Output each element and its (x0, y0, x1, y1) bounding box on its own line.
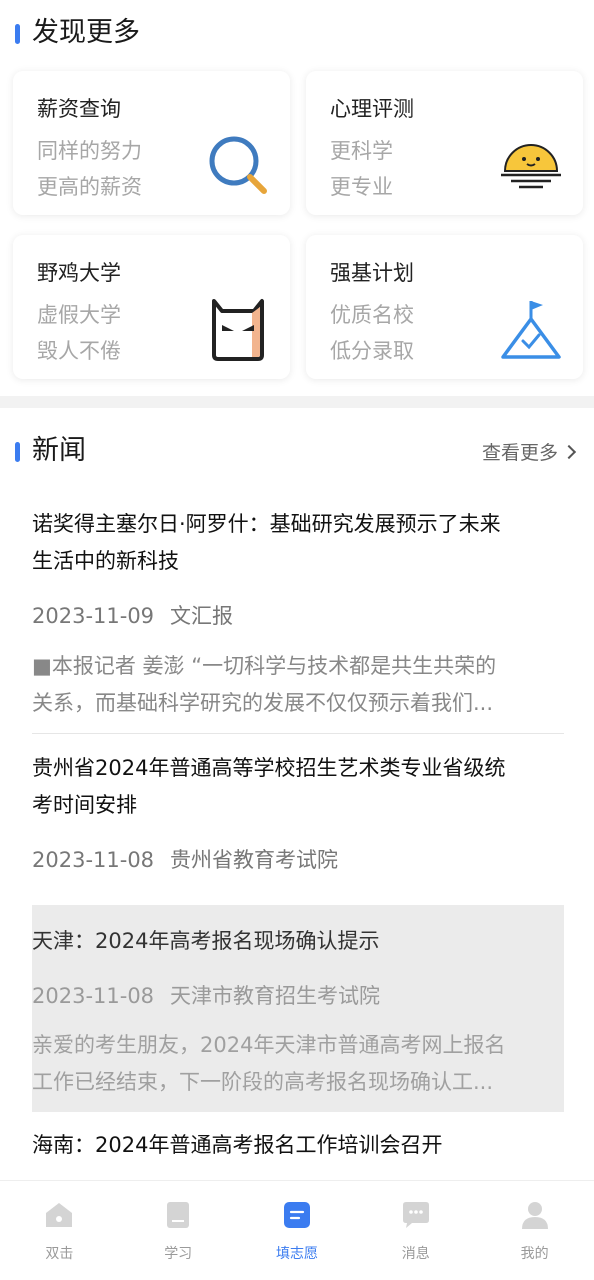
news-title: 海南：2024年普通高考报名工作培训会召开 (32, 1133, 443, 1157)
tab-label: 学习 (164, 1246, 193, 1262)
news-title: 贵州省2024年普通高等学校招生艺术类专业省级统 (32, 756, 506, 780)
news-summary-line: ■本报记者 姜澎 “一切科学与技术都是共生共荣的 (32, 654, 497, 678)
news-item[interactable]: 诺奖得主塞尔日·阿罗什：基础研究发展预示了未来 生活中的新科技 2023-11-… (32, 506, 564, 728)
discover-header: 发现更多 (0, 14, 594, 54)
tab-study[interactable]: 学习 (119, 1181, 238, 1280)
card-subtitle: 毁人不倦 (37, 339, 121, 363)
view-more-label: 查看更多 (481, 442, 558, 464)
tab-label: 填志愿 (275, 1246, 318, 1262)
tab-messages[interactable]: 消息 (356, 1181, 475, 1280)
card-psych-test[interactable]: 心理评测 更科学 更专业 (306, 71, 583, 215)
bottom-tab-bar: 双击 学习 填志愿 消息 我的 (0, 1180, 594, 1280)
section-accent-bar (15, 442, 20, 462)
card-title: 野鸡大学 (37, 261, 121, 285)
user-icon (521, 1202, 548, 1229)
card-fake-university[interactable]: 野鸡大学 虚假大学 毁人不倦 (13, 235, 290, 379)
tab-home[interactable]: 双击 (0, 1181, 119, 1280)
card-subtitle: 更专业 (330, 175, 393, 199)
news-header: 新闻 查看更多 (0, 432, 594, 472)
tab-label: 消息 (401, 1246, 430, 1262)
section-title-discover: 发现更多 (32, 17, 140, 48)
news-item-body: 天津：2024年高考报名现场确认提示 (32, 923, 564, 960)
news-summary-line: 亲爱的考生朋友，2024年天津市普通高考网上报名 (32, 1033, 506, 1057)
news-meta: 2023-11-08 天津市教育招生考试院 (32, 980, 380, 1010)
card-salary-query[interactable]: 薪资查询 同样的努力 更高的薪资 (13, 71, 290, 215)
card-title: 薪资查询 (37, 97, 121, 121)
card-subtitle: 更高的薪资 (37, 175, 142, 199)
card-title: 强基计划 (330, 261, 414, 285)
section-accent-bar (15, 24, 20, 44)
card-subtitle: 同样的努力 (37, 139, 142, 163)
card-subtitle: 优质名校 (330, 303, 414, 327)
magnifier-icon (209, 136, 267, 194)
card-subtitle: 更科学 (330, 139, 393, 163)
message-icon (402, 1202, 429, 1228)
news-summary: 亲爱的考生朋友，2024年天津市普通高考网上报名 工作已经结束，下一阶段的高考报… (32, 1027, 505, 1101)
news-title: 诺奖得主塞尔日·阿罗什：基础研究发展预示了未来 (32, 512, 501, 536)
mountain-flag-icon (501, 301, 561, 359)
card-subtitle: 虚假大学 (37, 303, 121, 327)
news-summary: ■本报记者 姜澎 “一切科学与技术都是共生共荣的 关系，而基础科学研究的发展不仅… (32, 648, 496, 722)
news-meta: 2023-11-08 贵州省教育考试院 (32, 844, 338, 874)
news-title: 生活中的新科技 (32, 549, 179, 573)
sunrise-icon (501, 144, 561, 189)
news-item[interactable]: 贵州省2024年普通高等学校招生艺术类专业省级统 考时间安排 2023-11-0… (32, 750, 564, 880)
view-more-link[interactable]: 查看更多 (481, 438, 577, 465)
chevron-right-icon (561, 444, 577, 460)
news-source: 贵州省教育考试院 (170, 848, 339, 872)
news-item[interactable]: 海南：2024年普通高考报名工作培训会召开 (32, 1127, 564, 1164)
card-subtitle: 低分录取 (330, 339, 414, 363)
news-meta: 2023-11-09 文汇报 (32, 600, 233, 630)
tab-label: 我的 (520, 1246, 549, 1262)
news-source: 文汇报 (170, 604, 234, 628)
news-title: 考时间安排 (32, 793, 137, 817)
news-source: 天津市教育招生考试院 (170, 984, 381, 1008)
news-summary-line: 工作已经结束，下一阶段的高考报名现场确认工... (32, 1070, 494, 1094)
section-title-news: 新闻 (32, 435, 86, 466)
home-icon (46, 1203, 73, 1227)
news-date: 2023-11-08 (32, 984, 155, 1008)
card-title: 心理评测 (330, 97, 414, 121)
tab-fill-application[interactable]: 填志愿 (238, 1181, 357, 1280)
news-date: 2023-11-08 (32, 848, 155, 872)
news-date: 2023-11-09 (32, 604, 155, 628)
book-icon (167, 1202, 190, 1228)
news-summary-line: 关系，而基础科学研究的发展不仅仅预示着我们... (32, 691, 494, 715)
section-divider (0, 396, 594, 408)
news-separator (32, 733, 564, 734)
tab-profile[interactable]: 我的 (475, 1181, 594, 1280)
devil-face-icon (212, 299, 264, 361)
news-title: 天津：2024年高考报名现场确认提示 (32, 929, 380, 953)
card-strong-base-plan[interactable]: 强基计划 优质名校 低分录取 (306, 235, 583, 379)
news-item-highlighted[interactable]: 天津：2024年高考报名现场确认提示 2023-11-08 天津市教育招生考试院 … (32, 905, 564, 1112)
tab-label: 双击 (45, 1246, 74, 1262)
form-icon (283, 1202, 310, 1228)
page: 发现更多 薪资查询 同样的努力 更高的薪资 心理评测 更科学 更专业 野鸡大学 … (0, 0, 594, 1280)
